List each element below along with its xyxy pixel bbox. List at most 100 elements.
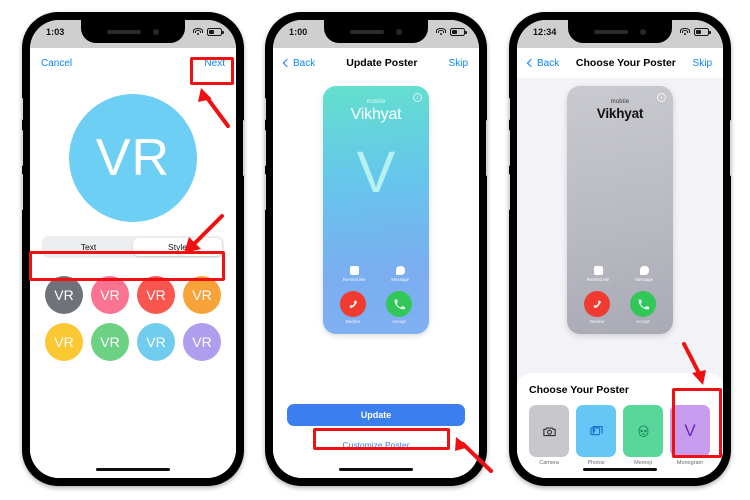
choose-poster-sheet: Choose Your Poster Camera Photos Memoji … xyxy=(517,373,723,478)
monogram-label: Monogram xyxy=(676,460,704,466)
home-indicator[interactable] xyxy=(583,468,657,471)
alarm-icon xyxy=(349,266,359,275)
earpiece-speaker xyxy=(350,29,384,34)
skip-button[interactable]: Skip xyxy=(693,58,712,69)
remind-me-action[interactable]: Remind Me xyxy=(343,266,365,282)
poster-option-photos[interactable]: Photos xyxy=(576,405,616,466)
wifi-icon xyxy=(193,28,203,36)
notch xyxy=(324,20,428,43)
front-camera-icon xyxy=(640,28,646,35)
phone-icon xyxy=(386,291,412,317)
mute-switch[interactable] xyxy=(264,98,266,120)
avatar-preview[interactable]: VR xyxy=(69,94,197,222)
home-indicator[interactable] xyxy=(339,468,413,471)
monogram-icon: V xyxy=(670,405,710,457)
update-button[interactable]: Update xyxy=(287,404,465,426)
phone-2-navbar: Back Update Poster Skip xyxy=(273,48,479,78)
phone-down-icon xyxy=(584,291,610,317)
mute-switch[interactable] xyxy=(21,98,23,120)
poster-option-camera[interactable]: Camera xyxy=(529,405,569,466)
mute-switch[interactable] xyxy=(508,98,510,120)
poster-preview-card[interactable]: i mobile Vikhyat V Remind Me Message Dec… xyxy=(323,86,429,334)
volume-up-button[interactable] xyxy=(21,130,23,166)
poster-secondary-actions: Remind Me Message xyxy=(323,266,429,282)
home-indicator[interactable] xyxy=(96,468,170,471)
cancel-button[interactable]: Cancel xyxy=(41,58,72,69)
notch xyxy=(81,20,185,43)
phone-1-screen: 1:03 Cancel Next VR Text Style VR VR VR … xyxy=(30,20,236,478)
memoji-label: Memoji xyxy=(634,460,652,466)
poster-call-actions: Remind Me Message Decline Accept xyxy=(567,266,673,324)
swatch-gray[interactable]: VR xyxy=(45,276,83,314)
message-label: Message xyxy=(635,277,654,282)
poster-options-row: Camera Photos Memoji V Monogram xyxy=(529,405,711,466)
status-time: 1:03 xyxy=(46,27,65,37)
camera-label: Camera xyxy=(539,460,559,466)
back-button[interactable]: Back xyxy=(282,58,315,69)
accept-action[interactable]: Accept xyxy=(386,291,412,324)
decline-label: Decline xyxy=(345,319,361,324)
poster-call-actions: Remind Me Message Decline Accept xyxy=(323,266,429,324)
photos-icon xyxy=(576,405,616,457)
segment-text[interactable]: Text xyxy=(44,238,133,256)
poster-primary-actions: Decline Accept xyxy=(567,291,673,324)
status-time: 1:00 xyxy=(289,27,308,37)
swatch-red[interactable]: VR xyxy=(137,276,175,314)
phone-2-content: i mobile Vikhyat V Remind Me Message Dec… xyxy=(273,78,479,478)
volume-down-button[interactable] xyxy=(21,174,23,210)
skip-button[interactable]: Skip xyxy=(449,58,468,69)
swatch-light-blue[interactable]: VR xyxy=(137,323,175,361)
status-indicators xyxy=(436,27,467,36)
decline-action[interactable]: Decline xyxy=(584,291,610,324)
phone-2-screen: 1:00 Back Update Poster Skip i mobile Vi… xyxy=(273,20,479,478)
poster-option-memoji[interactable]: Memoji xyxy=(623,405,663,466)
swatch-pink[interactable]: VR xyxy=(91,276,129,314)
next-button[interactable]: Next xyxy=(204,58,225,69)
swatch-purple[interactable]: VR xyxy=(183,323,221,361)
swatch-yellow[interactable]: VR xyxy=(45,323,83,361)
photos-label: Photos xyxy=(587,460,605,466)
message-label: Message xyxy=(391,277,410,282)
info-icon[interactable]: i xyxy=(657,93,666,102)
message-bubble-icon xyxy=(639,266,649,275)
phone-down-icon xyxy=(340,291,366,317)
poster-contact-name: Vikhyat xyxy=(596,106,644,121)
phone-1-navbar: Cancel Next xyxy=(30,48,236,78)
phone-3-navbar: Back Choose Your Poster Skip xyxy=(517,48,723,78)
phone-2-frame: 1:00 Back Update Poster Skip i mobile Vi… xyxy=(264,12,488,486)
volume-up-button[interactable] xyxy=(264,130,266,166)
phone-3-content: i mobile Vikhyat Remind Me Message Decli… xyxy=(517,78,723,478)
swatch-green[interactable]: VR xyxy=(91,323,129,361)
status-indicators xyxy=(193,27,224,36)
remind-me-label: Remind Me xyxy=(342,277,366,282)
remind-me-label: Remind Me xyxy=(586,277,610,282)
poster-preview-card[interactable]: i mobile Vikhyat Remind Me Message Decli… xyxy=(567,86,673,334)
volume-down-button[interactable] xyxy=(264,174,266,210)
info-icon[interactable]: i xyxy=(413,93,422,102)
swatch-orange[interactable]: VR xyxy=(183,276,221,314)
poster-option-monogram[interactable]: V Monogram xyxy=(670,405,710,466)
power-button[interactable] xyxy=(486,120,488,176)
battery-icon xyxy=(694,28,711,36)
back-button[interactable]: Back xyxy=(526,57,560,69)
notch xyxy=(568,20,672,43)
earpiece-speaker xyxy=(594,29,628,34)
status-indicators xyxy=(680,27,711,36)
back-button-label: Back xyxy=(537,57,560,69)
power-button[interactable] xyxy=(243,120,245,176)
text-style-segmented-control[interactable]: Text Style xyxy=(42,236,224,258)
remind-me-action[interactable]: Remind Me xyxy=(587,266,609,282)
phone-3-screen: 12:34 Back Choose Your Poster Skip i mob… xyxy=(517,20,723,478)
phone-1-content: VR Text Style VR VR VR VR VR VR VR VR xyxy=(30,94,236,478)
volume-up-button[interactable] xyxy=(508,130,510,166)
volume-down-button[interactable] xyxy=(508,174,510,210)
message-action[interactable]: Message xyxy=(635,266,653,282)
segment-style[interactable]: Style xyxy=(133,238,222,256)
accept-action[interactable]: Accept xyxy=(630,291,656,324)
customize-poster-button[interactable]: Customize Poster xyxy=(273,440,479,450)
message-action[interactable]: Message xyxy=(391,266,409,282)
decline-action[interactable]: Decline xyxy=(340,291,366,324)
memoji-icon xyxy=(623,405,663,457)
power-button[interactable] xyxy=(730,120,732,176)
message-bubble-icon xyxy=(395,266,405,275)
